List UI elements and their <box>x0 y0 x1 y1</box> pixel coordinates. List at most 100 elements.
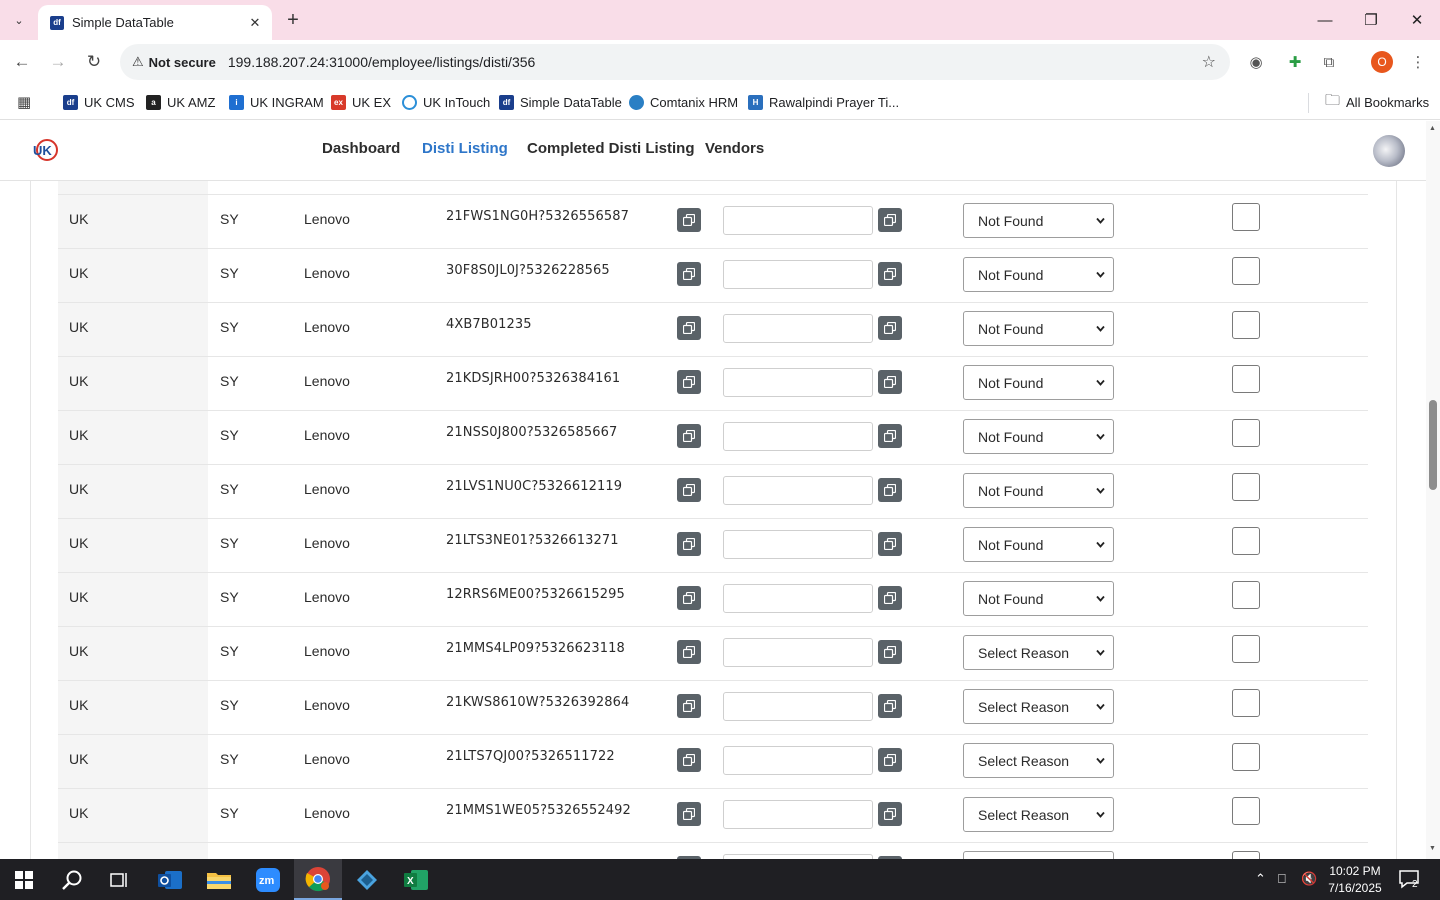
reason-select[interactable]: Not Found <box>963 311 1114 346</box>
row-checkbox[interactable] <box>1232 527 1260 555</box>
link-input[interactable] <box>723 584 873 613</box>
reason-select[interactable]: Select Reason <box>963 743 1114 778</box>
translate-icon[interactable]: ◉ <box>1244 50 1268 74</box>
chrome-icon[interactable] <box>294 859 342 900</box>
row-checkbox[interactable] <box>1232 797 1260 825</box>
row-checkbox[interactable] <box>1232 257 1260 285</box>
copy-part-button[interactable] <box>677 478 701 502</box>
address-bar[interactable]: ⚠ Not secure 199.188.207.24:31000/employ… <box>120 44 1230 80</box>
link-input[interactable] <box>723 422 873 451</box>
scroll-up-icon[interactable]: ▲ <box>1429 125 1436 132</box>
copy-part-button[interactable] <box>677 586 701 610</box>
reason-select[interactable]: Not Found <box>963 419 1114 454</box>
reload-icon[interactable]: ↻ <box>80 48 108 76</box>
minimize-icon[interactable]: — <box>1302 0 1348 40</box>
copy-link-button[interactable] <box>878 640 902 664</box>
bookmark-rawalpindi-prayer[interactable]: H Rawalpindi Prayer Ti... <box>748 91 899 113</box>
profile-avatar-icon[interactable]: O <box>1371 51 1393 73</box>
reason-select[interactable]: Not Found <box>963 203 1114 238</box>
file-explorer-icon[interactable] <box>195 859 243 900</box>
restore-icon[interactable]: ❐ <box>1348 0 1394 40</box>
link-input[interactable] <box>723 260 873 289</box>
bookmark-uk-ingram[interactable]: i UK INGRAM <box>229 91 324 113</box>
row-checkbox[interactable] <box>1232 473 1260 501</box>
row-checkbox[interactable] <box>1232 311 1260 339</box>
copy-link-button[interactable] <box>878 532 902 556</box>
copy-link-button[interactable] <box>878 208 902 232</box>
copy-link-button[interactable] <box>878 694 902 718</box>
bookmark-uk-ex[interactable]: ex UK EX <box>331 91 391 113</box>
link-input[interactable] <box>723 530 873 559</box>
forward-icon[interactable]: → <box>44 48 72 76</box>
reason-select[interactable]: Not Found <box>963 527 1114 562</box>
bookmark-simple-datatable[interactable]: df Simple DataTable <box>499 91 622 113</box>
copy-part-button[interactable] <box>677 262 701 286</box>
app-diamond-icon[interactable] <box>343 859 391 900</box>
copy-link-button[interactable] <box>878 370 902 394</box>
row-checkbox[interactable] <box>1232 743 1260 771</box>
reason-select[interactable] <box>963 851 1114 859</box>
row-checkbox[interactable] <box>1232 851 1260 859</box>
link-input[interactable] <box>723 746 873 775</box>
zoom-icon[interactable]: zm <box>244 859 292 900</box>
copy-link-button[interactable] <box>878 478 902 502</box>
link-input[interactable] <box>723 692 873 721</box>
bookmark-uk-intouch[interactable]: UK InTouch <box>402 91 490 113</box>
back-icon[interactable]: ← <box>8 48 36 76</box>
copy-part-button[interactable] <box>677 316 701 340</box>
nav-disti-listing[interactable]: Disti Listing <box>422 140 508 157</box>
bookmark-star-icon[interactable]: ☆ <box>1202 52 1216 72</box>
browser-tab[interactable]: df Simple DataTable ✕ <box>38 5 272 40</box>
copy-part-button[interactable] <box>677 370 701 394</box>
tab-search-chevron-icon[interactable]: ⌄ <box>6 8 32 32</box>
row-checkbox[interactable] <box>1232 365 1260 393</box>
nav-completed-disti-listing[interactable]: Completed Disti Listing <box>527 140 695 157</box>
close-window-icon[interactable]: ✕ <box>1394 0 1440 40</box>
link-input[interactable] <box>723 314 873 343</box>
windows-start-icon[interactable] <box>0 859 48 900</box>
all-bookmarks[interactable]: 🗀 All Bookmarks <box>1325 91 1429 113</box>
reason-select[interactable]: Not Found <box>963 257 1114 292</box>
url-text[interactable]: 199.188.207.24:31000/employee/listings/d… <box>228 54 535 70</box>
scroll-down-icon[interactable]: ▼ <box>1429 845 1436 852</box>
reason-select[interactable]: Select Reason <box>963 635 1114 670</box>
copy-part-button[interactable] <box>677 694 701 718</box>
scrollbar-thumb[interactable] <box>1429 400 1437 490</box>
row-checkbox[interactable] <box>1232 203 1260 231</box>
copy-link-button[interactable] <box>878 262 902 286</box>
copy-link-button[interactable] <box>878 802 902 826</box>
copy-link-button[interactable] <box>878 586 902 610</box>
link-input[interactable] <box>723 638 873 667</box>
user-avatar[interactable] <box>1373 135 1405 167</box>
extension-puzzle-plus-icon[interactable]: ✚ <box>1283 50 1307 74</box>
bookmark-uk-cms[interactable]: df UK CMS <box>63 91 135 113</box>
excel-icon[interactable]: X <box>392 859 440 900</box>
tray-chevron-up-icon[interactable]: ⌃ <box>1255 871 1266 887</box>
nav-vendors[interactable]: Vendors <box>705 140 764 157</box>
network-icon[interactable]: ⎕ <box>1278 871 1286 887</box>
taskbar-clock[interactable]: 10:02 PM 7/16/2025 <box>1324 863 1386 897</box>
row-checkbox[interactable] <box>1232 635 1260 663</box>
copy-part-button[interactable] <box>677 748 701 772</box>
apps-grid-icon[interactable]: ▦ <box>17 93 35 111</box>
search-icon[interactable] <box>48 859 96 900</box>
reason-select[interactable]: Select Reason <box>963 797 1114 832</box>
notification-center-icon[interactable]: 2 <box>1398 869 1422 892</box>
copy-link-button[interactable] <box>878 424 902 448</box>
copy-part-button[interactable] <box>677 532 701 556</box>
nav-dashboard[interactable]: Dashboard <box>322 140 400 157</box>
uk-logo-icon[interactable]: UK <box>32 138 58 162</box>
task-view-icon[interactable] <box>96 859 144 900</box>
row-checkbox[interactable] <box>1232 689 1260 717</box>
copy-link-button[interactable] <box>878 316 902 340</box>
copy-part-button[interactable] <box>677 424 701 448</box>
link-input[interactable] <box>723 368 873 397</box>
row-checkbox[interactable] <box>1232 581 1260 609</box>
copy-part-button[interactable] <box>677 802 701 826</box>
copy-part-button[interactable] <box>677 640 701 664</box>
page-scrollbar[interactable]: ▲ ▼ <box>1426 121 1440 859</box>
extensions-icon[interactable]: ⧉ <box>1317 50 1341 74</box>
reason-select[interactable]: Not Found <box>963 365 1114 400</box>
copy-part-button[interactable] <box>677 208 701 232</box>
link-input[interactable] <box>723 476 873 505</box>
